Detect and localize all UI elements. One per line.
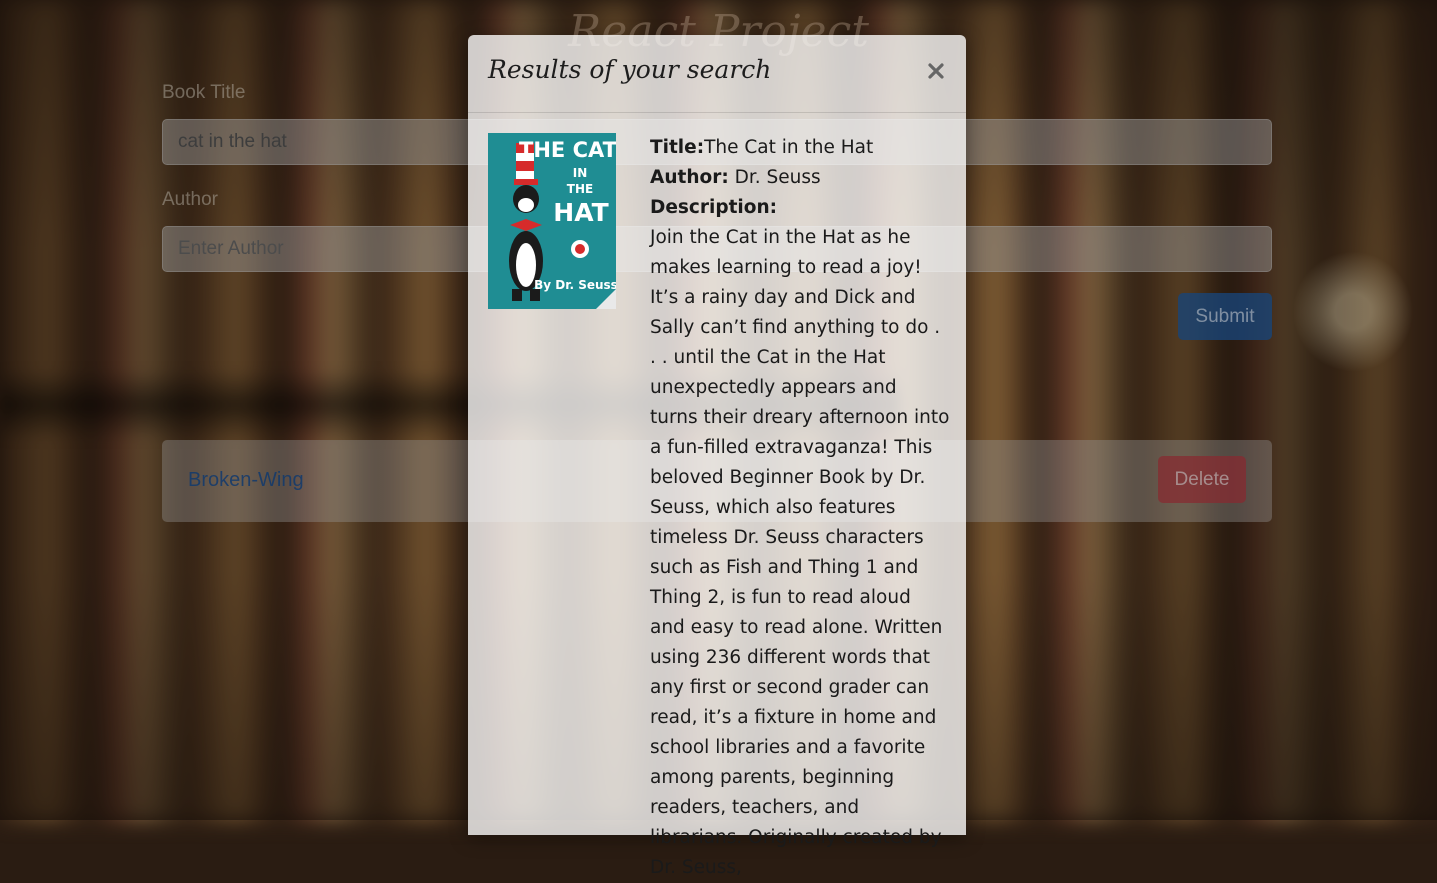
book-description: Join the Cat in the Hat as he makes lear… bbox=[650, 227, 950, 878]
author-row: Author: Dr. Seuss bbox=[650, 163, 950, 193]
book-details: Title:The Cat in the Hat Author: Dr. Seu… bbox=[650, 133, 950, 883]
search-results-modal: Results of your search THE CAT IN THE HA… bbox=[468, 35, 966, 878]
cover-author: By Dr. Seuss bbox=[534, 278, 616, 292]
book-cover-image: THE CAT IN THE HAT By Dr. Seuss bbox=[488, 133, 616, 309]
book-author: Dr. Seuss bbox=[734, 167, 821, 188]
cover-title-line-4: HAT bbox=[553, 198, 608, 227]
cover-title-line-1: THE CAT bbox=[519, 138, 616, 162]
close-icon bbox=[922, 63, 950, 88]
title-label: Title: bbox=[650, 137, 705, 158]
modal-title: Results of your search bbox=[488, 55, 772, 84]
modal-header: Results of your search bbox=[468, 35, 966, 113]
cover-title-line-3: THE bbox=[567, 182, 593, 196]
description-label: Description: bbox=[650, 197, 778, 218]
close-button[interactable] bbox=[922, 57, 950, 85]
author-label-text: Author: bbox=[650, 167, 729, 188]
cover-title-line-2: IN bbox=[573, 166, 588, 180]
description-row: Description: Join the Cat in the Hat as … bbox=[650, 193, 950, 883]
title-row: Title:The Cat in the Hat bbox=[650, 133, 950, 163]
book-title: The Cat in the Hat bbox=[704, 137, 874, 158]
